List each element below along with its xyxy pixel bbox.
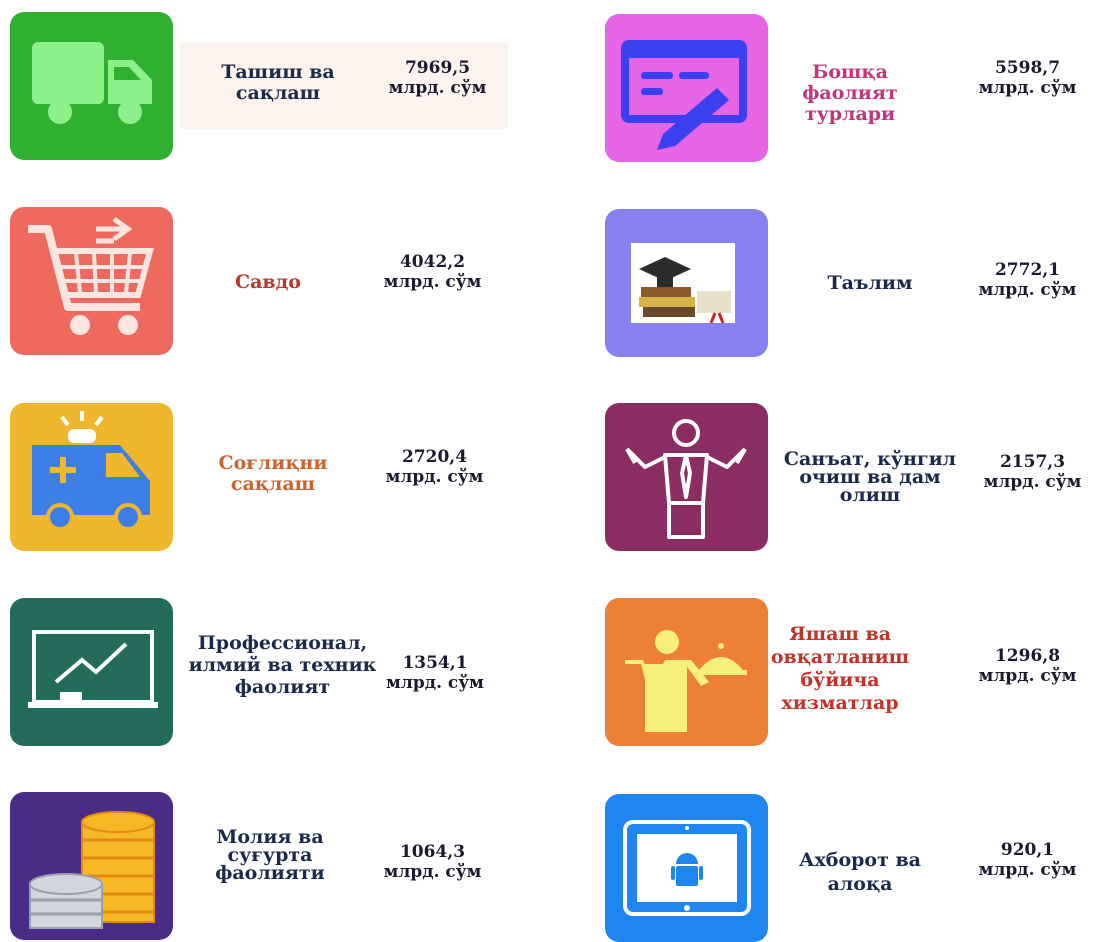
tile-transport xyxy=(10,12,173,160)
sector-label: Бошқа фаолият турлари xyxy=(802,61,898,125)
sector-unit: млрд. сўм xyxy=(978,860,1077,880)
tile-education xyxy=(605,209,768,357)
sector-value: 5598,7 млрд. сўм xyxy=(955,58,1100,98)
sector-value: 2772,1 млрд. сўм xyxy=(955,260,1100,300)
sector-amount: 5598,7 xyxy=(994,58,1061,78)
tile-health xyxy=(10,403,173,551)
sector-unit: млрд. сўм xyxy=(386,673,484,693)
tile-hospitality xyxy=(605,598,768,746)
ambulance-icon xyxy=(10,403,173,551)
sector-amount: 2157,3 xyxy=(999,452,1066,472)
sector-label: Молия ва суғурта фаолияти xyxy=(215,826,325,884)
sector-value: 4042,2 млрд. сўм xyxy=(360,252,505,292)
tile-ict xyxy=(605,794,768,942)
sector-value: 2157,3 млрд. сўм xyxy=(960,452,1102,492)
sector-amount: 4042,2 xyxy=(399,252,466,272)
sector-label: Ташиш ва сақлаш xyxy=(221,61,335,104)
form-pen-icon xyxy=(605,14,768,162)
tile-arts xyxy=(605,403,768,551)
tile-other xyxy=(605,14,768,162)
tile-trade xyxy=(10,207,173,355)
sector-amount: 1354,1 xyxy=(402,653,468,673)
sector-unit: млрд. сўм xyxy=(978,280,1077,300)
waiter-icon xyxy=(605,598,768,746)
sector-amount: 7969,5 xyxy=(404,58,471,78)
books-graduation-icon xyxy=(605,209,768,357)
sector-label: Савдо xyxy=(235,271,301,293)
sector-label: Соғлиқни сақлаш xyxy=(218,452,328,495)
sector-unit: млрд. сўм xyxy=(978,78,1077,98)
sector-label: Профессионал, илмий ва техник фаолият xyxy=(188,632,377,698)
sector-unit: млрд. сўм xyxy=(385,467,484,487)
sector-unit: млрд. сўм xyxy=(383,862,482,882)
sector-unit: млрд. сўм xyxy=(383,272,482,292)
coins-icon xyxy=(10,792,173,940)
sector-amount: 2720,4 xyxy=(401,447,468,467)
tablet-android-icon xyxy=(605,794,768,942)
sector-value: 1296,8 млрд. сўм xyxy=(955,646,1100,686)
truck-icon xyxy=(10,12,173,160)
tile-finance xyxy=(10,792,173,940)
sector-label: Ахборот ва алоқа xyxy=(798,849,921,895)
sector-amount: 920,1 xyxy=(1000,840,1055,860)
sector-label: Яшаш ва овқатланиш бўйича хизматлар xyxy=(770,623,910,714)
sector-amount: 1064,3 xyxy=(399,842,466,862)
tile-professional xyxy=(10,598,173,746)
performer-icon xyxy=(605,403,768,551)
sector-unit: млрд. сўм xyxy=(983,472,1082,492)
sector-amount: 1296,8 xyxy=(994,646,1061,666)
sector-label: Санъат, кўнгил очиш ва дам олиш xyxy=(783,448,957,506)
sector-unit: млрд. сўм xyxy=(978,666,1077,686)
sector-value: 7969,5 млрд. сўм xyxy=(365,58,510,98)
sector-value: 1064,3 млрд. сўм xyxy=(360,842,505,882)
sector-value: 2720,4 млрд. сўм xyxy=(362,447,507,487)
sector-label: Таълим xyxy=(827,272,913,294)
shopping-cart-icon xyxy=(10,207,173,355)
presentation-board-icon xyxy=(10,598,173,746)
sector-unit: млрд. сўм xyxy=(388,78,487,98)
sector-value: 920,1 млрд. сўм xyxy=(955,840,1100,880)
sector-amount: 2772,1 xyxy=(994,260,1061,280)
sector-value: 1354,1 млрд. сўм xyxy=(360,653,510,693)
